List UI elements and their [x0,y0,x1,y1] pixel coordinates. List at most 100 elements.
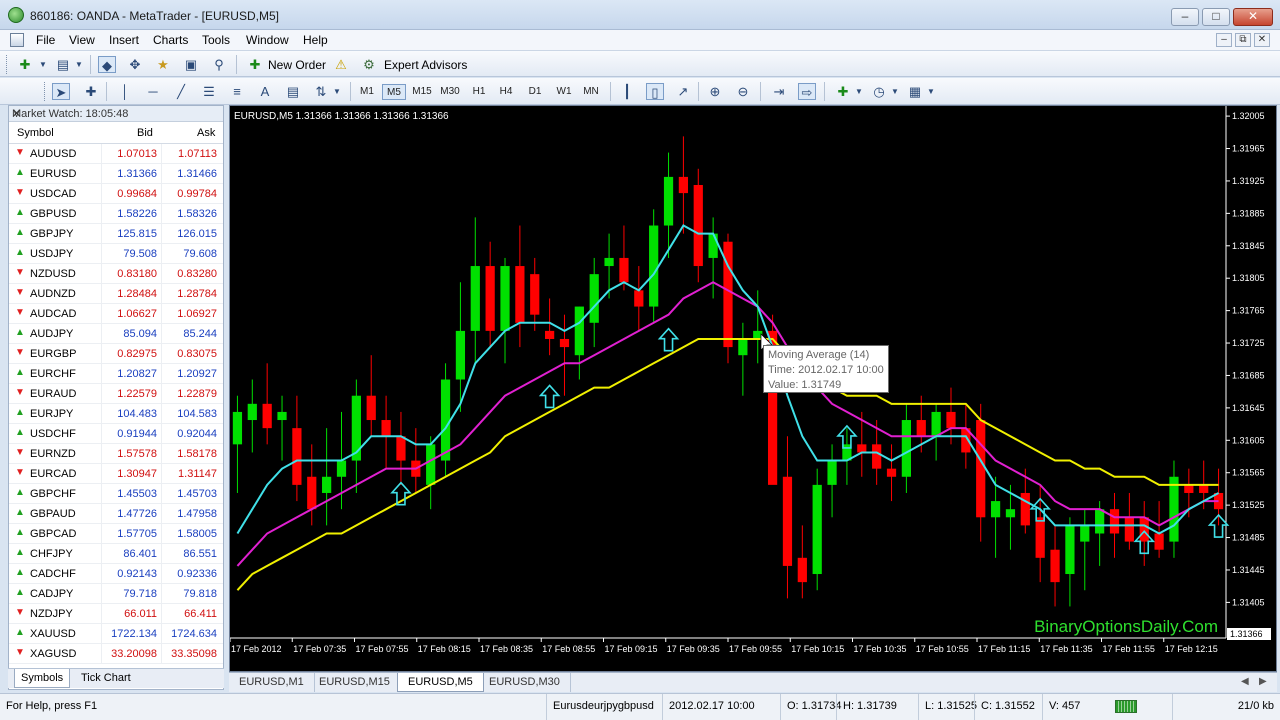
mdi-close-button[interactable]: ✕ [1254,33,1270,47]
market-watch-row[interactable]: ▲ CADJPY 79.718 79.818 [9,584,223,604]
market-watch-row[interactable]: ▼ NZDJPY 66.011 66.411 [9,604,223,624]
close-button[interactable]: ✕ [1233,8,1273,26]
terminal-icon[interactable]: ▣ [182,56,200,73]
market-watch-row[interactable]: ▲ CADCHF 0.92143 0.92336 [9,564,223,584]
dropdown-arrow-icon[interactable]: ▼ [70,56,88,73]
dropdown-arrow-icon[interactable]: ▼ [328,83,346,100]
expert-advisors-button[interactable]: Expert Advisors [384,58,467,72]
tab-tick-chart[interactable]: Tick Chart [75,669,137,688]
market-watch-row[interactable]: ▼ EURGBP 0.82975 0.83075 [9,344,223,364]
close-icon[interactable]: ✕ [12,107,219,120]
market-watch-row[interactable]: ▲ GBPJPY 125.815 126.015 [9,224,223,244]
timeframe-h1[interactable]: H1 [467,84,491,100]
market-watch-row[interactable]: ▼ EURCAD 1.30947 1.31147 [9,464,223,484]
market-watch-row[interactable]: ▲ EURCHF 1.20827 1.20927 [9,364,223,384]
cursor-icon[interactable]: ➤ [52,83,70,100]
market-watch-row[interactable]: ▼ AUDNZD 1.28484 1.28784 [9,284,223,304]
dropdown-arrow-icon[interactable]: ▼ [922,83,940,100]
market-watch-row[interactable]: ▲ GBPUSD 1.58226 1.58326 [9,204,223,224]
market-watch-row[interactable]: ▼ NZDUSD 0.83180 0.83280 [9,264,223,284]
mdi-minimize-button[interactable]: – [1216,33,1232,47]
market-watch-row[interactable]: ▲ USDJPY 79.508 79.608 [9,244,223,264]
line-chart-icon[interactable]: ↗ [674,83,692,100]
market-watch-row[interactable]: ▲ GBPAUD 1.47726 1.47958 [9,504,223,524]
menu-help[interactable]: Help [303,33,328,47]
timeframe-m1[interactable]: M1 [355,84,379,100]
navigator-icon[interactable]: ★ [154,56,172,73]
market-watch-row[interactable]: ▲ GBPCHF 1.45503 1.45703 [9,484,223,504]
market-watch-row[interactable]: ▲ EURJPY 104.483 104.583 [9,404,223,424]
menu-window[interactable]: Window [246,33,289,47]
new-order-button[interactable]: New Order [268,58,326,72]
market-watch-row[interactable]: ▲ EURUSD 1.31366 1.31466 [9,164,223,184]
menu-insert[interactable]: Insert [109,33,139,47]
warning-icon[interactable]: ⚠ [332,56,350,73]
tab-symbols[interactable]: Symbols [14,669,71,688]
dropdown-arrow-icon[interactable]: ▼ [850,83,868,100]
toolbar-grip[interactable] [6,55,9,74]
candlestick-icon[interactable]: ▯ [646,83,664,100]
chart-shift-icon[interactable]: ⇥ [770,83,788,100]
market-watch-row[interactable]: ▼ AUDUSD 1.07013 1.07113 [9,144,223,164]
timeframe-mn[interactable]: MN [579,84,603,100]
bar-chart-icon[interactable]: ┃ [618,83,636,100]
market-watch-row[interactable]: ▲ AUDJPY 85.094 85.244 [9,324,223,344]
column-ask[interactable]: Ask [197,127,215,139]
market-watch-row[interactable]: ▲ USDCHF 0.91944 0.92044 [9,424,223,444]
document-icon[interactable] [10,33,24,47]
ask-price: 0.83075 [177,348,217,360]
dropdown-arrow-icon[interactable]: ▼ [886,83,904,100]
menu-file[interactable]: File [36,33,55,47]
chart-window[interactable]: EURUSD,M5 1.31366 1.31366 1.31366 1.3136… [229,105,1277,672]
market-watch-icon[interactable]: ◆ [98,56,116,73]
timeframe-m30[interactable]: M30 [438,84,462,100]
data-window-icon[interactable]: ✥ [126,56,144,73]
timeframe-h4[interactable]: H4 [494,84,518,100]
timeframe-m15[interactable]: M15 [410,84,434,100]
new-chart-icon[interactable]: ✚ [16,56,34,73]
timeframe-d1[interactable]: D1 [523,84,547,100]
bearish-candle [530,274,540,315]
tab-eurusd-m15[interactable]: EURUSD,M15 [309,673,401,692]
timeframe-w1[interactable]: W1 [552,84,576,100]
expert-advisors-icon[interactable]: ⚙ [360,56,378,73]
tab-eurusd-m1[interactable]: EURUSD,M1 [229,673,315,692]
market-watch-row[interactable]: ▼ AUDCAD 1.06627 1.06927 [9,304,223,324]
market-watch-row[interactable]: ▲ XAUUSD 1722.134 1724.634 [9,624,223,644]
column-symbol[interactable]: Symbol [17,127,54,139]
menu-charts[interactable]: Charts [153,33,188,47]
market-watch-row[interactable]: ▼ XAGUSD 33.20098 33.35098 [9,644,223,664]
autoscroll-icon[interactable]: ⇨ [798,83,816,100]
text-tool-icon[interactable]: A [256,83,274,100]
zoom-out-icon[interactable]: ⊖ [734,83,752,100]
channel-icon[interactable]: ☰ [200,83,218,100]
strategy-tester-icon[interactable]: ⚲ [210,56,228,73]
toolbar-grip[interactable] [44,82,47,101]
candlestick-chart[interactable]: EURUSD,M5 1.31366 1.31366 1.31366 1.3136… [229,106,1276,671]
minimize-button[interactable]: – [1171,8,1199,26]
tabs-scroll-left-icon[interactable]: ◀ [1241,676,1249,687]
fibonacci-icon[interactable]: ≡ [228,83,246,100]
mdi-restore-button[interactable]: ⧉ [1235,33,1251,47]
crosshair-icon[interactable]: ✚ [82,83,100,100]
column-bid[interactable]: Bid [137,127,153,139]
market-watch-row[interactable]: ▼ USDCAD 0.99684 0.99784 [9,184,223,204]
market-watch-row[interactable]: ▲ CHFJPY 86.401 86.551 [9,544,223,564]
new-order-icon[interactable]: ✚ [246,56,264,73]
menu-view[interactable]: View [69,33,95,47]
tab-eurusd-m5[interactable]: EURUSD,M5 [397,673,484,692]
tabs-scroll-right-icon[interactable]: ▶ [1259,676,1267,687]
menu-tools[interactable]: Tools [202,33,230,47]
market-watch-row[interactable]: ▼ EURNZD 1.57578 1.58178 [9,444,223,464]
market-watch-row[interactable]: ▲ GBPCAD 1.57705 1.58005 [9,524,223,544]
timeframe-m5[interactable]: M5 [382,84,406,100]
trendline-icon[interactable]: ╱ [172,83,190,100]
maximize-button[interactable]: □ [1202,8,1230,26]
vertical-line-icon[interactable]: │ [116,83,134,100]
text-label-icon[interactable]: ▤ [284,83,302,100]
tab-eurusd-m30[interactable]: EURUSD,M30 [479,673,571,692]
dropdown-arrow-icon[interactable]: ▼ [34,56,52,73]
horizontal-line-icon[interactable]: ─ [144,83,162,100]
zoom-in-icon[interactable]: ⊕ [706,83,724,100]
market-watch-row[interactable]: ▼ EURAUD 1.22579 1.22879 [9,384,223,404]
